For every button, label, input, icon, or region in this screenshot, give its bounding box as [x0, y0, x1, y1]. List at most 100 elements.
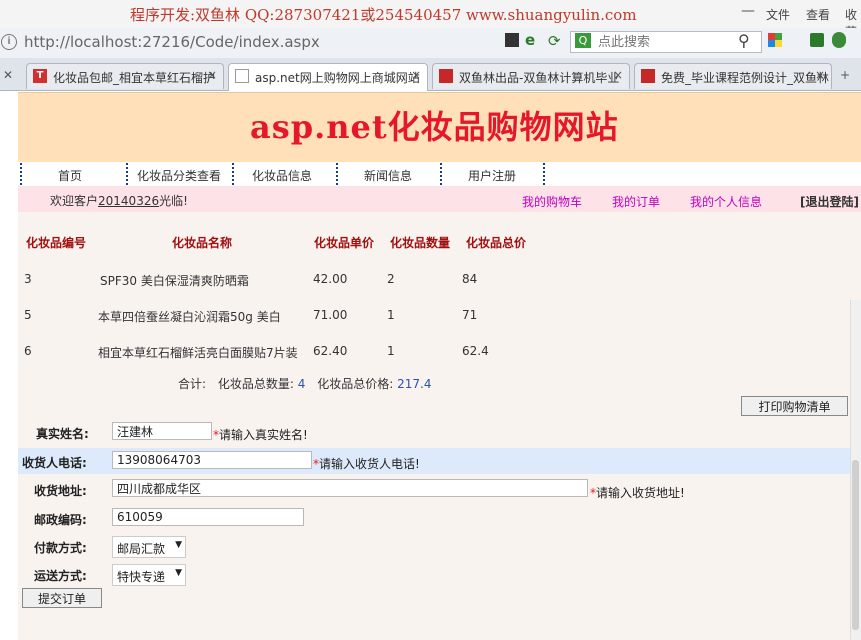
- qr-code-icon[interactable]: [505, 33, 519, 47]
- cart-cell-price: 62.40: [313, 344, 348, 358]
- cart-summary: 合计: 化妆品总数量: 4 化妆品总价格: 217.4: [178, 375, 439, 392]
- address-label: 收货地址:: [34, 484, 87, 498]
- minimize-icon[interactable]: —: [741, 3, 755, 19]
- tab-label: 免费_毕业课程范例设计_双鱼林: [661, 71, 830, 85]
- tab-label: asp.net网上购物网上商城网站: [255, 71, 420, 85]
- nav-separator: [543, 163, 545, 185]
- address-hint: *请输入收货地址!: [590, 486, 685, 500]
- cart-cell-name: 相宜本草红石榴鲜活亮白面膜贴7片装: [98, 346, 298, 360]
- search-icon[interactable]: ⚲: [738, 31, 750, 50]
- logout-link[interactable]: [退出登陆]: [800, 193, 859, 210]
- print-cart-button[interactable]: 打印购物清单: [741, 396, 848, 416]
- nav-separator: [336, 163, 338, 185]
- search-engine-icon[interactable]: Q: [575, 33, 591, 48]
- tab-favicon-icon: [439, 69, 453, 83]
- nav-home[interactable]: 首页: [58, 167, 82, 184]
- nav-products[interactable]: 化妆品信息: [252, 167, 312, 184]
- column-header: 化妆品编号: [26, 236, 87, 250]
- extension-icon[interactable]: [832, 32, 846, 48]
- browser-tab[interactable]: T 化妆品包邮_相宜本草红石榴护 ×: [26, 63, 224, 89]
- browser-tab[interactable]: 免费_毕业课程范例设计_双鱼林 ×: [634, 63, 832, 89]
- column-header: 化妆品总价: [466, 236, 527, 250]
- cart-cell-id: 3: [24, 272, 32, 286]
- welcome-user: 20140326: [98, 194, 160, 208]
- name-input[interactable]: [112, 422, 212, 440]
- price-value: 217.4: [397, 377, 432, 391]
- payment-selected-value: 邮局汇款: [117, 542, 166, 556]
- close-icon[interactable]: ×: [411, 68, 421, 82]
- nav-separator: [126, 163, 128, 185]
- menu-view[interactable]: 查看: [806, 6, 830, 23]
- cart-cell-name: SPF30 美白保湿清爽防晒霜: [100, 274, 249, 288]
- new-tab-icon[interactable]: +: [840, 68, 850, 82]
- extension-icon[interactable]: [810, 33, 824, 47]
- close-icon[interactable]: ×: [207, 68, 217, 82]
- cart-cell-qty: 2: [387, 272, 395, 286]
- cart-cell-total: 84: [462, 272, 478, 286]
- cart-cell-price: 42.00: [313, 272, 348, 286]
- phone-label: 收货人电话:: [22, 456, 87, 470]
- shipping-label: 运送方式:: [34, 569, 87, 583]
- nav-category[interactable]: 化妆品分类查看: [137, 167, 221, 184]
- phone-input[interactable]: [112, 451, 312, 469]
- cart-cell-price: 71.00: [313, 308, 348, 322]
- my-orders-link[interactable]: 我的订单: [612, 193, 660, 210]
- column-header: 化妆品名称: [172, 236, 233, 250]
- tab-label: 化妆品包邮_相宜本草红石榴护: [53, 71, 216, 85]
- page-info-icon[interactable]: i: [1, 34, 17, 50]
- shipping-selected-value: 特快专递: [117, 570, 166, 584]
- welcome-suffix: 光临!: [159, 194, 188, 208]
- search-input[interactable]: [596, 33, 740, 51]
- nav-separator: [440, 163, 442, 185]
- developer-banner-text: 程序开发:双鱼林 QQ:287307421或254540457 www.shua…: [130, 6, 637, 24]
- price-label: 化妆品总价格:: [317, 377, 394, 391]
- close-icon[interactable]: ×: [815, 68, 825, 82]
- summary-label: 合计:: [178, 377, 207, 391]
- nav-register[interactable]: 用户注册: [468, 167, 516, 184]
- tab-favicon-icon: [641, 69, 655, 83]
- nav-news[interactable]: 新闻信息: [364, 167, 412, 184]
- browser-tab-active[interactable]: asp.net网上购物网上商城网站 ×: [228, 63, 428, 91]
- phone-hint: *请输入收货人电话!: [313, 457, 420, 471]
- menu-file[interactable]: 文件: [766, 6, 790, 23]
- address-input[interactable]: [22, 32, 496, 52]
- welcome-message: 欢迎客户20140326光临!: [50, 192, 188, 209]
- my-profile-link[interactable]: 我的个人信息: [690, 193, 762, 210]
- payment-select[interactable]: 邮局汇款 ▼: [112, 536, 186, 558]
- site-title: asp.net化妆品购物网站: [250, 108, 619, 146]
- shipping-select[interactable]: 特快专递 ▼: [112, 564, 186, 586]
- name-hint: *请输入真实姓名!: [213, 428, 308, 442]
- scrollbar-thumb[interactable]: [852, 460, 859, 630]
- cart-cell-id: 6: [24, 344, 32, 358]
- column-header: 化妆品单价: [314, 236, 375, 250]
- nav-separator: [232, 163, 234, 185]
- postcode-input[interactable]: [112, 508, 304, 526]
- browser-tab[interactable]: 双鱼林出品-双鱼林计算机毕业 ×: [432, 63, 630, 89]
- cart-cell-name: 本草四倍蚕丝凝白沁润霜50g 美白: [98, 310, 281, 324]
- my-cart-link[interactable]: 我的购物车: [522, 193, 582, 210]
- nav-separator: [20, 163, 22, 185]
- postcode-label: 邮政编码:: [34, 513, 87, 527]
- tab-favicon-icon: T: [33, 69, 47, 83]
- cart-cell-total: 71: [462, 308, 478, 322]
- tab-scroll-left-icon[interactable]: ✕: [3, 68, 13, 82]
- payment-label: 付款方式:: [34, 541, 87, 555]
- close-icon[interactable]: ×: [613, 68, 623, 82]
- welcome-prefix: 欢迎客户: [50, 194, 99, 208]
- chevron-down-icon: ▼: [175, 540, 182, 550]
- cart-cell-qty: 1: [387, 308, 395, 322]
- count-value: 4: [297, 377, 306, 391]
- tab-favicon-icon: [235, 69, 249, 83]
- cart-cell-total: 62.4: [462, 344, 489, 358]
- cart-cell-id: 5: [24, 308, 32, 322]
- count-label: 化妆品总数量:: [217, 377, 294, 391]
- tab-label: 双鱼林出品-双鱼林计算机毕业: [459, 71, 620, 85]
- refresh-icon[interactable]: ⟳: [548, 32, 561, 50]
- ie-mode-icon[interactable]: e: [525, 31, 535, 49]
- column-header: 化妆品数量: [390, 236, 451, 250]
- chevron-down-icon: ▼: [175, 568, 182, 578]
- submit-order-button[interactable]: 提交订单: [22, 588, 102, 608]
- name-label: 真实姓名:: [36, 427, 89, 441]
- apps-grid-icon[interactable]: [768, 33, 782, 47]
- address-input-field[interactable]: [112, 479, 588, 497]
